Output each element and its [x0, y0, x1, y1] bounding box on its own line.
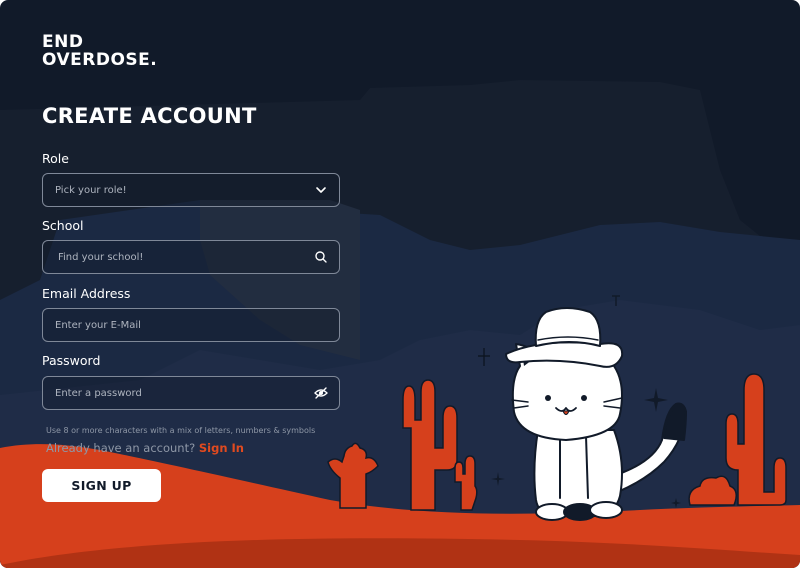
cat-eye [545, 395, 551, 401]
brand-logo: END OVERDOSE. [42, 33, 157, 69]
signin-link[interactable]: Sign In [199, 441, 244, 455]
password-hint: Use 8 or more characters with a mix of l… [46, 426, 316, 435]
school-search-input[interactable] [58, 241, 298, 273]
email-input[interactable] [55, 309, 295, 341]
logo-line-top: END [42, 32, 84, 52]
school-search-field[interactable] [42, 240, 340, 274]
eye-off-icon[interactable] [313, 385, 329, 401]
role-select[interactable] [42, 173, 340, 207]
role-label: Role [42, 151, 69, 166]
school-label: School [42, 218, 84, 233]
chevron-down-icon[interactable] [313, 182, 329, 198]
cowboy-hat-crown [534, 307, 602, 347]
role-select-input[interactable] [55, 174, 295, 206]
cat-eye [581, 395, 587, 401]
cat-paw [589, 501, 623, 519]
password-label: Password [42, 353, 101, 368]
page-title: CREATE ACCOUNT [42, 104, 257, 128]
email-field[interactable] [42, 308, 340, 342]
signin-prompt-row: Already have an account? Sign In [46, 441, 244, 455]
sign-up-button[interactable]: SIGN UP [42, 469, 161, 502]
email-label: Email Address [42, 286, 131, 301]
signup-page: END OVERDOSE. CREATE ACCOUNT Role School… [0, 0, 800, 568]
password-input[interactable] [55, 377, 295, 409]
logo-line-bottom: OVERDOSE. [42, 50, 158, 70]
password-field[interactable] [42, 376, 340, 410]
signin-prompt-text: Already have an account? [46, 441, 196, 455]
search-icon[interactable] [313, 249, 329, 265]
